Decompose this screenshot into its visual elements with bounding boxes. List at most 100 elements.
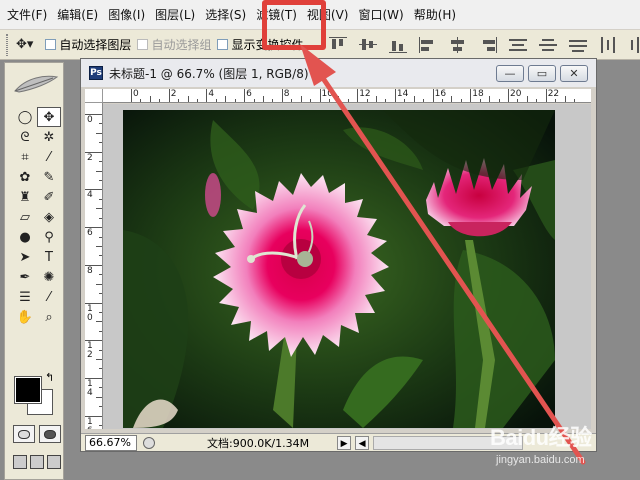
ruler-tick	[168, 89, 170, 102]
vertical-ruler[interactable]: 0 2 4 6 8 1 0 1 2 1 4 1 6	[85, 103, 103, 429]
ruler-label: 0	[133, 89, 139, 99]
ruler-tick	[99, 198, 102, 200]
ruler-tick	[536, 99, 538, 102]
paint-bucket-tool-icon[interactable]: ◈	[37, 207, 61, 227]
marquee-tool-icon[interactable]: ◯	[13, 107, 37, 127]
ruler-tick	[555, 99, 557, 102]
clone-stamp-tool-icon[interactable]: ♜	[13, 187, 37, 207]
status-menu-icon[interactable]	[143, 436, 155, 449]
distribute-vcenter-icon[interactable]	[539, 37, 558, 53]
distribute-hcenter-icon[interactable]	[629, 36, 640, 53]
menu-window[interactable]: 窗口(W)	[353, 0, 408, 30]
eraser-tool-icon[interactable]: ▱	[13, 207, 37, 227]
hand-tool-icon[interactable]: ✋	[13, 307, 37, 327]
full-screen-menu-mode-button[interactable]	[30, 455, 44, 469]
ruler-tick	[310, 99, 312, 102]
auto-select-layer-checkbox[interactable]: 自动选择图层	[45, 36, 131, 53]
swap-colors-icon[interactable]: ↰	[45, 371, 54, 384]
horizontal-ruler[interactable]: 0 2 4 6 8 10 12 14 16 18 20 22	[103, 89, 591, 103]
checkbox-box[interactable]	[45, 39, 57, 50]
ruler-tick	[300, 96, 302, 102]
ruler-tick	[99, 123, 102, 125]
quick-mask-mode-button[interactable]	[39, 425, 61, 443]
move-tool-icon[interactable]: ✥	[37, 107, 61, 127]
standard-mode-button[interactable]	[13, 425, 35, 443]
ruler-tick	[357, 89, 359, 102]
zoom-tool-icon[interactable]: ⌕	[37, 307, 61, 327]
ruler-tick	[347, 99, 349, 102]
align-hcenter-icon[interactable]	[449, 36, 467, 53]
ruler-tick	[99, 406, 102, 408]
ruler-label: 1 4	[87, 378, 93, 398]
menu-file[interactable]: 文件(F)	[2, 0, 52, 30]
lasso-tool-icon[interactable]: ᘓ	[13, 127, 37, 147]
ruler-tick	[99, 274, 102, 276]
pen-tool-icon[interactable]: ✒	[13, 267, 37, 287]
crop-tool-icon[interactable]: ⌗	[13, 147, 37, 167]
distribute-bottom-icon[interactable]	[569, 37, 588, 53]
options-bar-grip[interactable]	[6, 33, 8, 56]
zoom-field[interactable]: 66.67%	[85, 434, 137, 451]
document-title-bar[interactable]: Ps 未标题-1 @ 66.7% (图层 1, RGB/8) — ▭ ✕	[81, 59, 596, 87]
scroll-left-icon[interactable]: ◀	[355, 435, 370, 450]
ruler-tick	[99, 330, 102, 332]
align-top-icon[interactable]	[329, 36, 348, 53]
ruler-tick	[394, 89, 396, 102]
align-vcenter-icon[interactable]	[359, 37, 378, 53]
canvas-area[interactable]	[103, 104, 591, 429]
ruler-tick	[253, 99, 255, 102]
document-title: 未标题-1 @ 66.7% (图层 1, RGB/8)	[109, 66, 309, 81]
maximize-button[interactable]: ▭	[528, 65, 556, 82]
brush-tool-icon[interactable]: ✎	[37, 167, 61, 187]
close-button[interactable]: ✕	[560, 65, 588, 82]
photoshop-feather-icon[interactable]	[13, 73, 59, 95]
eyedropper-tool-icon[interactable]: ⁄	[37, 287, 61, 307]
ruler-tick	[573, 99, 575, 102]
menu-layer[interactable]: 图层(L)	[150, 0, 200, 30]
menu-help[interactable]: 帮助(H)	[409, 0, 461, 30]
ruler-tick	[206, 89, 208, 102]
ruler-tick	[159, 99, 161, 102]
minimize-button[interactable]: —	[496, 65, 524, 82]
full-screen-mode-button[interactable]	[47, 455, 61, 469]
ruler-tick	[99, 255, 102, 257]
checkbox-box[interactable]	[217, 39, 229, 50]
ruler-tick	[404, 99, 406, 102]
align-bottom-icon[interactable]	[389, 37, 408, 53]
healing-brush-tool-icon[interactable]: ✿	[13, 167, 37, 187]
path-selection-tool-icon[interactable]: ➤	[13, 247, 37, 267]
notes-tool-icon[interactable]: ☰	[13, 287, 37, 307]
ruler-tick	[366, 99, 368, 102]
slice-tool-icon[interactable]: ⁄	[37, 147, 61, 167]
ruler-label: 2	[170, 89, 177, 99]
dodge-tool-icon[interactable]: ⚲	[37, 227, 61, 247]
menu-select[interactable]: 选择(S)	[200, 0, 251, 30]
ruler-label: 2	[87, 152, 93, 163]
menu-image[interactable]: 图像(I)	[103, 0, 150, 30]
distribute-left-icon[interactable]	[599, 36, 617, 53]
ruler-tick	[526, 96, 528, 102]
align-left-icon[interactable]	[419, 36, 437, 53]
flower-photo[interactable]	[123, 110, 555, 428]
ruler-tick	[99, 161, 102, 163]
distribute-top-icon[interactable]	[509, 37, 528, 53]
align-right-icon[interactable]	[479, 36, 498, 53]
auto-select-layer-label: 自动选择图层	[59, 38, 132, 52]
ruler-label: 1 6	[87, 416, 93, 429]
ruler-origin[interactable]	[85, 89, 103, 103]
menu-edit[interactable]: 编辑(E)	[52, 0, 103, 30]
quick-mask-modes	[13, 425, 61, 443]
status-arrow-icon[interactable]: ▶	[337, 435, 352, 450]
tool-preset-picker[interactable]: ✥▾	[16, 34, 33, 56]
blur-tool-icon[interactable]: ●	[13, 227, 37, 247]
history-brush-tool-icon[interactable]: ✐	[37, 187, 61, 207]
foreground-color-swatch[interactable]	[14, 376, 42, 404]
auto-select-group-checkbox[interactable]: 自动选择组	[137, 36, 211, 53]
checkbox-box[interactable]	[137, 39, 149, 50]
magic-wand-tool-icon[interactable]: ✲	[37, 127, 61, 147]
ruler-tick	[225, 96, 227, 102]
custom-shape-tool-icon[interactable]: ✺	[37, 267, 61, 287]
ruler-tick	[96, 245, 102, 247]
type-tool-icon[interactable]: T	[37, 247, 61, 267]
standard-screen-mode-button[interactable]	[13, 455, 27, 469]
